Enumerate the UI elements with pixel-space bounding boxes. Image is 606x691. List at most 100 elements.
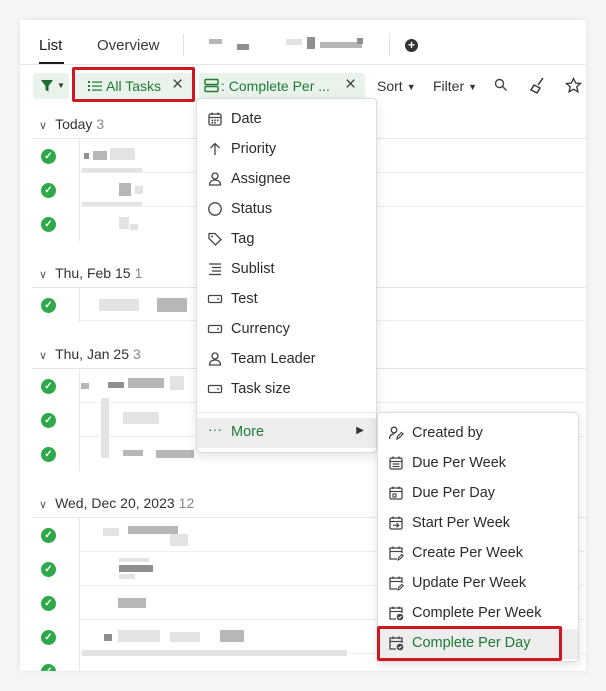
- menu-item-create-per-week[interactable]: Create Per Week: [378, 539, 578, 569]
- menu-item-label: Due Per Day: [412, 485, 496, 501]
- completed-check-icon[interactable]: ✓: [41, 379, 56, 394]
- menu-item-update-per-week[interactable]: Update Per Week: [378, 569, 578, 599]
- menu-item-sublist[interactable]: Sublist: [197, 255, 376, 285]
- redacted-text: [82, 168, 142, 172]
- redacted-text: [118, 598, 146, 608]
- completed-check-icon[interactable]: ✓: [41, 298, 56, 313]
- menu-item-task-size[interactable]: Task size: [197, 375, 376, 405]
- person-icon: [207, 350, 223, 368]
- sort-label: Sort: [377, 78, 403, 94]
- group-header-jan25[interactable]: ∨ Thu, Jan 25 3: [39, 346, 141, 362]
- divider: [79, 518, 80, 671]
- group-count: 3: [133, 346, 141, 362]
- redacted-text: [99, 299, 139, 311]
- menu-item-label: Complete Per Week: [412, 605, 542, 621]
- close-icon[interactable]: ×: [345, 75, 356, 95]
- calendar-check-icon: [388, 604, 404, 622]
- field-icon: [207, 290, 223, 308]
- field-icon: [207, 380, 223, 398]
- menu-item-due-per-day[interactable]: Due Per Day: [378, 479, 578, 509]
- redacted-text: [156, 450, 194, 458]
- menu-item-assignee[interactable]: Assignee: [197, 165, 376, 195]
- menu-item-label: Test: [231, 291, 258, 307]
- divider: [389, 34, 390, 56]
- completed-check-icon[interactable]: ✓: [41, 596, 56, 611]
- menu-item-label: Created by: [412, 425, 483, 441]
- menu-item-currency[interactable]: Currency: [197, 315, 376, 345]
- tab-list[interactable]: List: [39, 37, 62, 54]
- redacted-text: [135, 186, 143, 194]
- completed-check-icon[interactable]: ✓: [41, 149, 56, 164]
- menu-item-more[interactable]: ··· More ▶: [197, 418, 376, 448]
- group-label: Wed, Dec 20, 2023: [55, 495, 175, 511]
- redacted-text: [209, 39, 222, 44]
- field-icon: [207, 320, 223, 338]
- search-icon[interactable]: [494, 78, 508, 92]
- menu-item-priority[interactable]: Priority: [197, 135, 376, 165]
- menu-item-tag[interactable]: Tag: [197, 225, 376, 255]
- group-by-menu: Date Priority Assignee Status Tag Sublis…: [196, 98, 377, 453]
- group-by-chip[interactable]: : Complete Per ... ×: [199, 73, 365, 99]
- redacted-text: [170, 534, 188, 546]
- completed-check-icon[interactable]: ✓: [41, 447, 56, 462]
- redacted-text: [128, 526, 178, 534]
- menu-item-status[interactable]: Status: [197, 195, 376, 225]
- group-header-today[interactable]: ∨ Today 3: [39, 116, 104, 132]
- redacted-text: [82, 202, 142, 206]
- menu-item-test[interactable]: Test: [197, 285, 376, 315]
- group-header-dec20[interactable]: ∨ Wed, Dec 20, 2023 12: [39, 495, 194, 511]
- menu-item-team-leader[interactable]: Team Leader: [197, 345, 376, 375]
- menu-item-created-by[interactable]: Created by: [378, 419, 578, 449]
- divider: [79, 139, 80, 241]
- tab-overview[interactable]: Overview: [97, 37, 160, 54]
- menu-item-start-per-week[interactable]: Start Per Week: [378, 509, 578, 539]
- completed-check-icon[interactable]: ✓: [41, 217, 56, 232]
- menu-item-complete-per-week[interactable]: Complete Per Week: [378, 599, 578, 629]
- redacted-text: [123, 412, 159, 424]
- redacted-text: [320, 42, 362, 48]
- completed-check-icon[interactable]: ✓: [41, 562, 56, 577]
- redacted-text: [118, 630, 160, 642]
- filter-dropdown-button[interactable]: ▼: [33, 73, 69, 99]
- redacted-text: [110, 148, 135, 160]
- task-list-panel: List Overview + ▼ All Tasks × : Complete…: [20, 20, 586, 671]
- circle-icon: [207, 200, 223, 218]
- chevron-down-icon: ∨: [39, 499, 48, 511]
- completed-check-icon[interactable]: ✓: [41, 183, 56, 198]
- highlight-box: [72, 67, 195, 102]
- group-by-label: : Complete Per ...: [221, 78, 330, 94]
- completed-check-icon[interactable]: ✓: [41, 664, 56, 671]
- ellipsis-icon: ···: [208, 421, 222, 437]
- broom-icon[interactable]: [530, 77, 546, 94]
- filter-button[interactable]: Filter ▼: [433, 78, 477, 94]
- add-view-icon[interactable]: +: [405, 39, 418, 52]
- calendar-start-icon: [388, 514, 404, 532]
- redacted-text: [119, 574, 135, 579]
- menu-item-due-per-week[interactable]: Due Per Week: [378, 449, 578, 479]
- person-edit-icon: [388, 424, 404, 442]
- menu-item-date[interactable]: Date: [197, 105, 376, 135]
- redacted-text: [128, 378, 164, 388]
- redacted-text: [170, 632, 200, 642]
- group-label: Today: [55, 116, 93, 132]
- redacted-text: [81, 383, 89, 389]
- menu-item-label: Priority: [231, 141, 277, 157]
- arrow-up-icon: [207, 140, 223, 158]
- completed-check-icon[interactable]: ✓: [41, 528, 56, 543]
- completed-check-icon[interactable]: ✓: [41, 413, 56, 428]
- menu-item-label: Create Per Week: [412, 545, 523, 561]
- filter-label: Filter: [433, 78, 465, 94]
- menu-item-label: Update Per Week: [412, 575, 527, 591]
- redacted-text: [130, 224, 138, 230]
- sublist-icon: [207, 260, 223, 278]
- star-icon[interactable]: [565, 77, 582, 94]
- sort-button[interactable]: Sort ▼: [377, 78, 416, 94]
- group-label: Thu, Jan 25: [55, 346, 129, 362]
- caret-right-icon: ▶: [356, 425, 364, 436]
- menu-item-label: Sublist: [231, 261, 275, 277]
- caret-down-icon: ▼: [468, 82, 478, 92]
- group-header-feb15[interactable]: ∨ Thu, Feb 15 1: [39, 265, 142, 281]
- redacted-text: [104, 634, 112, 641]
- completed-check-icon[interactable]: ✓: [41, 630, 56, 645]
- redacted-text: [119, 558, 149, 562]
